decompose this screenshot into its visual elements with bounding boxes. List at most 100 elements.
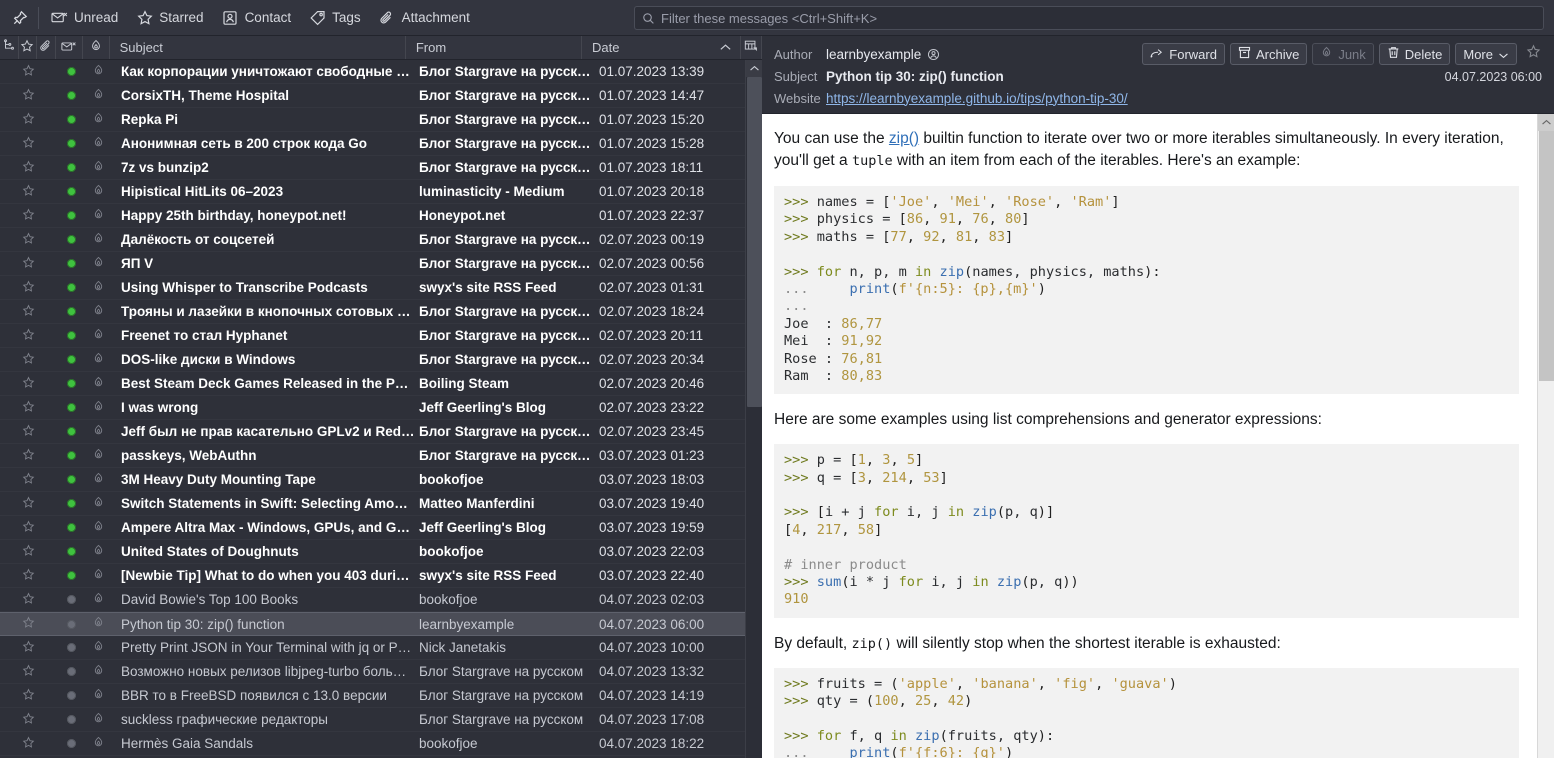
table-row[interactable]: United States of Doughnuts bookofjoe 03.07… xyxy=(0,540,745,564)
table-row[interactable]: Pretty Print JSON in Your Terminal with … xyxy=(0,636,745,660)
filter-attachment-button[interactable]: Attachment xyxy=(370,4,479,32)
junk-toggle[interactable] xyxy=(85,208,112,224)
table-row[interactable]: BBR то в FreeBSD появился с 13.0 версии Б… xyxy=(0,684,745,708)
unread-toggle[interactable] xyxy=(57,355,85,364)
scroll-thumb[interactable] xyxy=(1539,131,1554,381)
junk-toggle[interactable] xyxy=(85,712,112,728)
junk-toggle[interactable] xyxy=(85,400,112,416)
message-list-scrollbar[interactable] xyxy=(745,60,762,758)
table-row[interactable]: David Bowie's Top 100 Books bookofjoe 04.0… xyxy=(0,588,745,612)
filter-tags-button[interactable]: Tags xyxy=(300,4,370,32)
scroll-up-icon[interactable] xyxy=(1538,114,1554,131)
column-unread[interactable] xyxy=(56,36,84,59)
scroll-thumb[interactable] xyxy=(747,77,762,407)
unread-toggle[interactable] xyxy=(57,547,85,556)
star-toggle[interactable] xyxy=(19,256,38,272)
star-toggle[interactable] xyxy=(19,736,38,752)
table-row[interactable]: Switch Statements in Swift: Selecting Am… xyxy=(0,492,745,516)
star-toggle[interactable] xyxy=(19,448,38,464)
star-toggle[interactable] xyxy=(19,208,38,224)
unread-toggle[interactable] xyxy=(57,715,85,724)
table-row[interactable]: Python tip 30: zip() function learnbyexam… xyxy=(0,612,745,636)
table-row[interactable]: Repka Pi Блог Stargrave на русском 01.07.2… xyxy=(0,108,745,132)
table-row[interactable]: Ampere Altra Max - Windows, GPUs, and Ga… xyxy=(0,516,745,540)
table-row[interactable]: Как корпорации уничтожают свободные прог… xyxy=(0,60,745,84)
junk-toggle[interactable] xyxy=(85,520,112,536)
unread-toggle[interactable] xyxy=(57,139,85,148)
junk-toggle[interactable] xyxy=(85,328,112,344)
junk-toggle[interactable] xyxy=(85,568,112,584)
junk-button[interactable]: Junk xyxy=(1312,43,1374,65)
unread-toggle[interactable] xyxy=(57,91,85,100)
table-row[interactable]: Freenet то стал Hyphanet Блог Stargrave н… xyxy=(0,324,745,348)
column-junk[interactable] xyxy=(83,36,110,59)
table-row[interactable]: Возможно новых релизов libjpeg-turbo бол… xyxy=(0,660,745,684)
unread-toggle[interactable] xyxy=(57,595,85,604)
junk-toggle[interactable] xyxy=(85,664,112,680)
forward-button[interactable]: Forward xyxy=(1142,43,1225,65)
unread-toggle[interactable] xyxy=(57,403,85,412)
star-toggle[interactable] xyxy=(19,496,38,512)
column-attachment[interactable] xyxy=(37,36,56,59)
unread-toggle[interactable] xyxy=(57,427,85,436)
star-toggle[interactable] xyxy=(19,664,38,680)
star-toggle[interactable] xyxy=(19,520,38,536)
body-scrollbar[interactable] xyxy=(1537,114,1554,758)
table-row[interactable]: Jeff был не прав касательно GPLv2 и RedH… xyxy=(0,420,745,444)
table-row[interactable]: Best Steam Deck Games Released in the Pa… xyxy=(0,372,745,396)
unread-toggle[interactable] xyxy=(57,691,85,700)
unread-toggle[interactable] xyxy=(57,379,85,388)
star-toggle[interactable] xyxy=(19,424,38,440)
column-date[interactable]: Date xyxy=(582,36,741,59)
table-row[interactable]: 7z vs bunzip2 Блог Stargrave на русском 01… xyxy=(0,156,745,180)
junk-toggle[interactable] xyxy=(85,232,112,248)
column-from[interactable]: From xyxy=(406,36,582,59)
table-row[interactable]: Happy 25th birthday, honeypot.net! Honeyp… xyxy=(0,204,745,228)
star-toggle[interactable] xyxy=(19,280,38,296)
table-row[interactable]: Using Whisper to Transcribe Podcasts swyx… xyxy=(0,276,745,300)
message-rows[interactable]: Как корпорации уничтожают свободные прог… xyxy=(0,60,745,758)
junk-toggle[interactable] xyxy=(85,640,112,656)
junk-toggle[interactable] xyxy=(85,592,112,608)
pin-button[interactable] xyxy=(4,4,35,32)
star-toggle[interactable] xyxy=(19,64,38,80)
star-toggle[interactable] xyxy=(19,616,38,632)
unread-toggle[interactable] xyxy=(57,619,85,629)
unread-toggle[interactable] xyxy=(57,475,85,484)
junk-toggle[interactable] xyxy=(85,472,112,488)
star-message-button[interactable] xyxy=(1522,44,1544,64)
star-toggle[interactable] xyxy=(19,232,38,248)
scroll-up-icon[interactable] xyxy=(746,60,762,77)
filter-contact-button[interactable]: Contact xyxy=(213,4,301,32)
junk-toggle[interactable] xyxy=(85,64,112,80)
star-toggle[interactable] xyxy=(19,328,38,344)
unread-toggle[interactable] xyxy=(57,739,85,748)
table-row[interactable]: Трояны и лазейки в кнопочных сотовых тел… xyxy=(0,300,745,324)
archive-button[interactable]: Archive xyxy=(1229,43,1308,65)
star-toggle[interactable] xyxy=(19,640,38,656)
star-toggle[interactable] xyxy=(19,688,38,704)
unread-toggle[interactable] xyxy=(57,451,85,460)
star-toggle[interactable] xyxy=(19,544,38,560)
junk-toggle[interactable] xyxy=(85,88,112,104)
unread-toggle[interactable] xyxy=(57,307,85,316)
table-row[interactable]: I was wrong Jeff Geerling's Blog 02.07.202… xyxy=(0,396,745,420)
zip-link[interactable]: zip() xyxy=(889,130,919,147)
star-toggle[interactable] xyxy=(19,136,38,152)
table-row[interactable]: Далёкость от соцсетей Блог Stargrave на р… xyxy=(0,228,745,252)
star-toggle[interactable] xyxy=(19,304,38,320)
junk-toggle[interactable] xyxy=(85,496,112,512)
junk-toggle[interactable] xyxy=(85,184,112,200)
table-row[interactable]: Анонимная сеть в 200 строк кода Go Блог S… xyxy=(0,132,745,156)
junk-toggle[interactable] xyxy=(85,280,112,296)
unread-toggle[interactable] xyxy=(57,643,85,652)
column-picker-button[interactable] xyxy=(741,36,762,59)
junk-toggle[interactable] xyxy=(85,352,112,368)
table-row[interactable]: CorsixTH, Theme Hospital Блог Stargrave н… xyxy=(0,84,745,108)
unread-toggle[interactable] xyxy=(57,667,85,676)
unread-toggle[interactable] xyxy=(57,235,85,244)
junk-toggle[interactable] xyxy=(85,688,112,704)
junk-toggle[interactable] xyxy=(85,424,112,440)
unread-toggle[interactable] xyxy=(57,331,85,340)
website-link[interactable]: https://learnbyexample.github.io/tips/py… xyxy=(826,91,1128,106)
